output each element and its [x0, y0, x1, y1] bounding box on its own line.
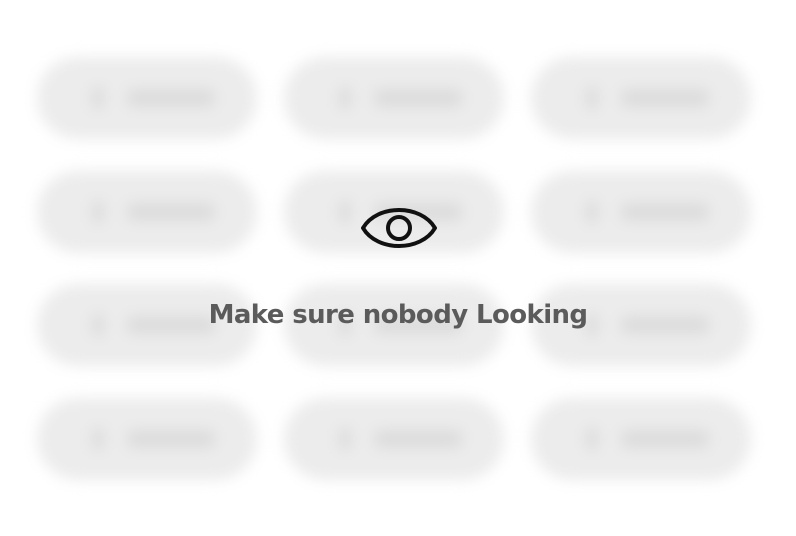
- privacy-warning-text: Make sure nobody Looking: [208, 300, 588, 330]
- reveal-overlay[interactable]: Make sure nobody Looking: [0, 0, 796, 536]
- seed-phrase-screen: Make sure nobody Looking: [0, 0, 796, 536]
- eye-icon[interactable]: [359, 196, 439, 260]
